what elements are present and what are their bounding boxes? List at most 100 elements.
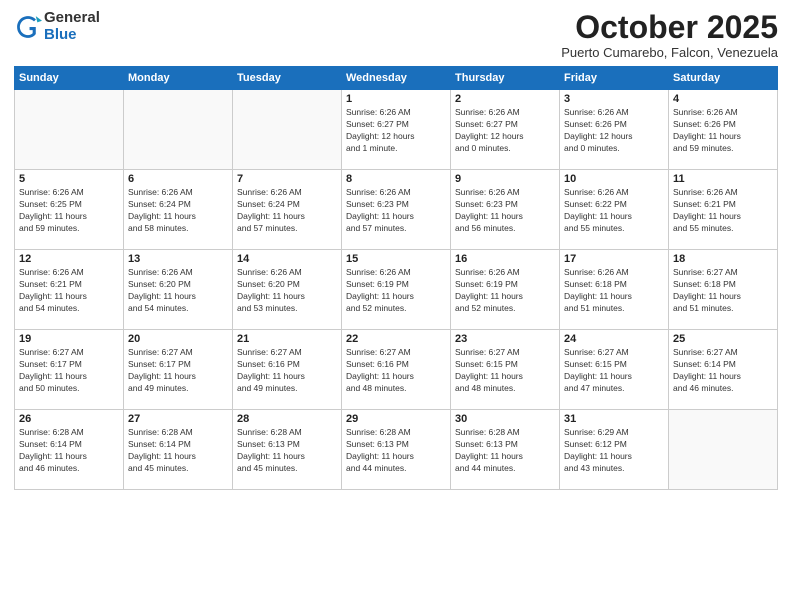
day-info: Sunrise: 6:28 AM Sunset: 6:13 PM Dayligh…	[346, 427, 446, 475]
day-cell: 31 Sunrise: 6:29 AM Sunset: 6:12 PM Dayli…	[560, 410, 669, 490]
day-cell: 11 Sunrise: 6:26 AM Sunset: 6:21 PM Dayli…	[669, 170, 778, 250]
logo: General Blue	[14, 10, 100, 43]
location-subtitle: Puerto Cumarebo, Falcon, Venezuela	[561, 45, 778, 60]
week-row-4: 26 Sunrise: 6:28 AM Sunset: 6:14 PM Dayli…	[15, 410, 778, 490]
day-info: Sunrise: 6:28 AM Sunset: 6:13 PM Dayligh…	[237, 427, 337, 475]
day-number: 23	[455, 333, 555, 345]
day-number: 22	[346, 333, 446, 345]
day-cell: 26 Sunrise: 6:28 AM Sunset: 6:14 PM Dayli…	[15, 410, 124, 490]
day-cell: 9 Sunrise: 6:26 AM Sunset: 6:23 PM Daylig…	[451, 170, 560, 250]
day-cell: 30 Sunrise: 6:28 AM Sunset: 6:13 PM Dayli…	[451, 410, 560, 490]
day-number: 11	[673, 173, 773, 185]
week-row-1: 5Sunrise: 6:26 AM Sunset: 6:25 PM Daylig…	[15, 170, 778, 250]
day-cell: 20 Sunrise: 6:27 AM Sunset: 6:17 PM Dayli…	[124, 330, 233, 410]
day-number: 14	[237, 253, 337, 265]
day-number: 25	[673, 333, 773, 345]
day-cell: 3 Sunrise: 6:26 AM Sunset: 6:26 PM Daylig…	[560, 90, 669, 170]
day-number: 13	[128, 253, 228, 265]
day-number: 24	[564, 333, 664, 345]
day-number: 30	[455, 413, 555, 425]
day-number: 4	[673, 93, 773, 105]
day-cell: 25 Sunrise: 6:27 AM Sunset: 6:14 PM Dayli…	[669, 330, 778, 410]
day-info: Sunrise: 6:26 AM Sunset: 6:24 PM Dayligh…	[237, 187, 337, 235]
day-info: Sunrise: 6:26 AM Sunset: 6:27 PM Dayligh…	[455, 107, 555, 155]
col-header-thursday: Thursday	[451, 67, 560, 90]
col-header-friday: Friday	[560, 67, 669, 90]
day-cell: 7 Sunrise: 6:26 AM Sunset: 6:24 PM Daylig…	[233, 170, 342, 250]
day-number: 10	[564, 173, 664, 185]
day-cell: 1 Sunrise: 6:26 AM Sunset: 6:27 PM Daylig…	[342, 90, 451, 170]
day-number: 12	[19, 253, 119, 265]
day-number: 29	[346, 413, 446, 425]
day-cell: 21 Sunrise: 6:27 AM Sunset: 6:16 PM Dayli…	[233, 330, 342, 410]
week-row-2: 12 Sunrise: 6:26 AM Sunset: 6:21 PM Dayli…	[15, 250, 778, 330]
month-title: October 2025	[561, 10, 778, 45]
day-info: Sunrise: 6:28 AM Sunset: 6:14 PM Dayligh…	[128, 427, 228, 475]
week-row-0: 1 Sunrise: 6:26 AM Sunset: 6:27 PM Daylig…	[15, 90, 778, 170]
logo-blue: Blue	[44, 27, 100, 44]
col-header-saturday: Saturday	[669, 67, 778, 90]
day-number: 6	[128, 173, 228, 185]
header: General Blue October 2025 Puerto Cumareb…	[14, 10, 778, 60]
day-cell: 23 Sunrise: 6:27 AM Sunset: 6:15 PM Dayli…	[451, 330, 560, 410]
day-cell: 4Sunrise: 6:26 AM Sunset: 6:26 PM Daylig…	[669, 90, 778, 170]
day-number: 15	[346, 253, 446, 265]
day-number: 1	[346, 93, 446, 105]
day-number: 21	[237, 333, 337, 345]
day-cell: 24 Sunrise: 6:27 AM Sunset: 6:15 PM Dayli…	[560, 330, 669, 410]
day-cell: 15 Sunrise: 6:26 AM Sunset: 6:19 PM Dayli…	[342, 250, 451, 330]
col-header-tuesday: Tuesday	[233, 67, 342, 90]
day-info: Sunrise: 6:26 AM Sunset: 6:22 PM Dayligh…	[564, 187, 664, 235]
day-info: Sunrise: 6:26 AM Sunset: 6:24 PM Dayligh…	[128, 187, 228, 235]
day-info: Sunrise: 6:26 AM Sunset: 6:23 PM Dayligh…	[346, 187, 446, 235]
day-info: Sunrise: 6:27 AM Sunset: 6:14 PM Dayligh…	[673, 347, 773, 395]
day-number: 31	[564, 413, 664, 425]
day-info: Sunrise: 6:29 AM Sunset: 6:12 PM Dayligh…	[564, 427, 664, 475]
day-cell: 28Sunrise: 6:28 AM Sunset: 6:13 PM Dayli…	[233, 410, 342, 490]
day-info: Sunrise: 6:26 AM Sunset: 6:21 PM Dayligh…	[673, 187, 773, 235]
day-cell	[15, 90, 124, 170]
day-number: 3	[564, 93, 664, 105]
day-info: Sunrise: 6:27 AM Sunset: 6:15 PM Dayligh…	[564, 347, 664, 395]
col-header-monday: Monday	[124, 67, 233, 90]
day-number: 26	[19, 413, 119, 425]
day-number: 17	[564, 253, 664, 265]
day-info: Sunrise: 6:26 AM Sunset: 6:23 PM Dayligh…	[455, 187, 555, 235]
day-cell: 18 Sunrise: 6:27 AM Sunset: 6:18 PM Dayli…	[669, 250, 778, 330]
day-info: Sunrise: 6:26 AM Sunset: 6:21 PM Dayligh…	[19, 267, 119, 315]
day-cell: 12 Sunrise: 6:26 AM Sunset: 6:21 PM Dayli…	[15, 250, 124, 330]
day-info: Sunrise: 6:27 AM Sunset: 6:18 PM Dayligh…	[673, 267, 773, 315]
day-info: Sunrise: 6:26 AM Sunset: 6:27 PM Dayligh…	[346, 107, 446, 155]
page: General Blue October 2025 Puerto Cumareb…	[0, 0, 792, 612]
day-info: Sunrise: 6:27 AM Sunset: 6:17 PM Dayligh…	[128, 347, 228, 395]
day-info: Sunrise: 6:26 AM Sunset: 6:25 PM Dayligh…	[19, 187, 119, 235]
day-cell: 8Sunrise: 6:26 AM Sunset: 6:23 PM Daylig…	[342, 170, 451, 250]
day-info: Sunrise: 6:28 AM Sunset: 6:14 PM Dayligh…	[19, 427, 119, 475]
day-info: Sunrise: 6:26 AM Sunset: 6:20 PM Dayligh…	[128, 267, 228, 315]
day-number: 2	[455, 93, 555, 105]
day-info: Sunrise: 6:27 AM Sunset: 6:15 PM Dayligh…	[455, 347, 555, 395]
title-section: October 2025 Puerto Cumarebo, Falcon, Ve…	[561, 10, 778, 60]
day-info: Sunrise: 6:26 AM Sunset: 6:19 PM Dayligh…	[455, 267, 555, 315]
day-cell: 29 Sunrise: 6:28 AM Sunset: 6:13 PM Dayli…	[342, 410, 451, 490]
day-info: Sunrise: 6:26 AM Sunset: 6:26 PM Dayligh…	[564, 107, 664, 155]
day-number: 16	[455, 253, 555, 265]
logo-general: General	[44, 10, 100, 27]
day-cell: 6 Sunrise: 6:26 AM Sunset: 6:24 PM Daylig…	[124, 170, 233, 250]
col-header-sunday: Sunday	[15, 67, 124, 90]
day-cell: 27Sunrise: 6:28 AM Sunset: 6:14 PM Dayli…	[124, 410, 233, 490]
day-number: 7	[237, 173, 337, 185]
day-number: 20	[128, 333, 228, 345]
day-cell: 22Sunrise: 6:27 AM Sunset: 6:16 PM Dayli…	[342, 330, 451, 410]
day-info: Sunrise: 6:27 AM Sunset: 6:16 PM Dayligh…	[237, 347, 337, 395]
day-number: 19	[19, 333, 119, 345]
header-row: SundayMondayTuesdayWednesdayThursdayFrid…	[15, 67, 778, 90]
week-row-3: 19 Sunrise: 6:27 AM Sunset: 6:17 PM Dayli…	[15, 330, 778, 410]
logo-text: General Blue	[44, 10, 100, 43]
day-number: 18	[673, 253, 773, 265]
day-cell: 13 Sunrise: 6:26 AM Sunset: 6:20 PM Dayli…	[124, 250, 233, 330]
day-number: 9	[455, 173, 555, 185]
day-info: Sunrise: 6:28 AM Sunset: 6:13 PM Dayligh…	[455, 427, 555, 475]
day-info: Sunrise: 6:26 AM Sunset: 6:19 PM Dayligh…	[346, 267, 446, 315]
day-info: Sunrise: 6:26 AM Sunset: 6:20 PM Dayligh…	[237, 267, 337, 315]
